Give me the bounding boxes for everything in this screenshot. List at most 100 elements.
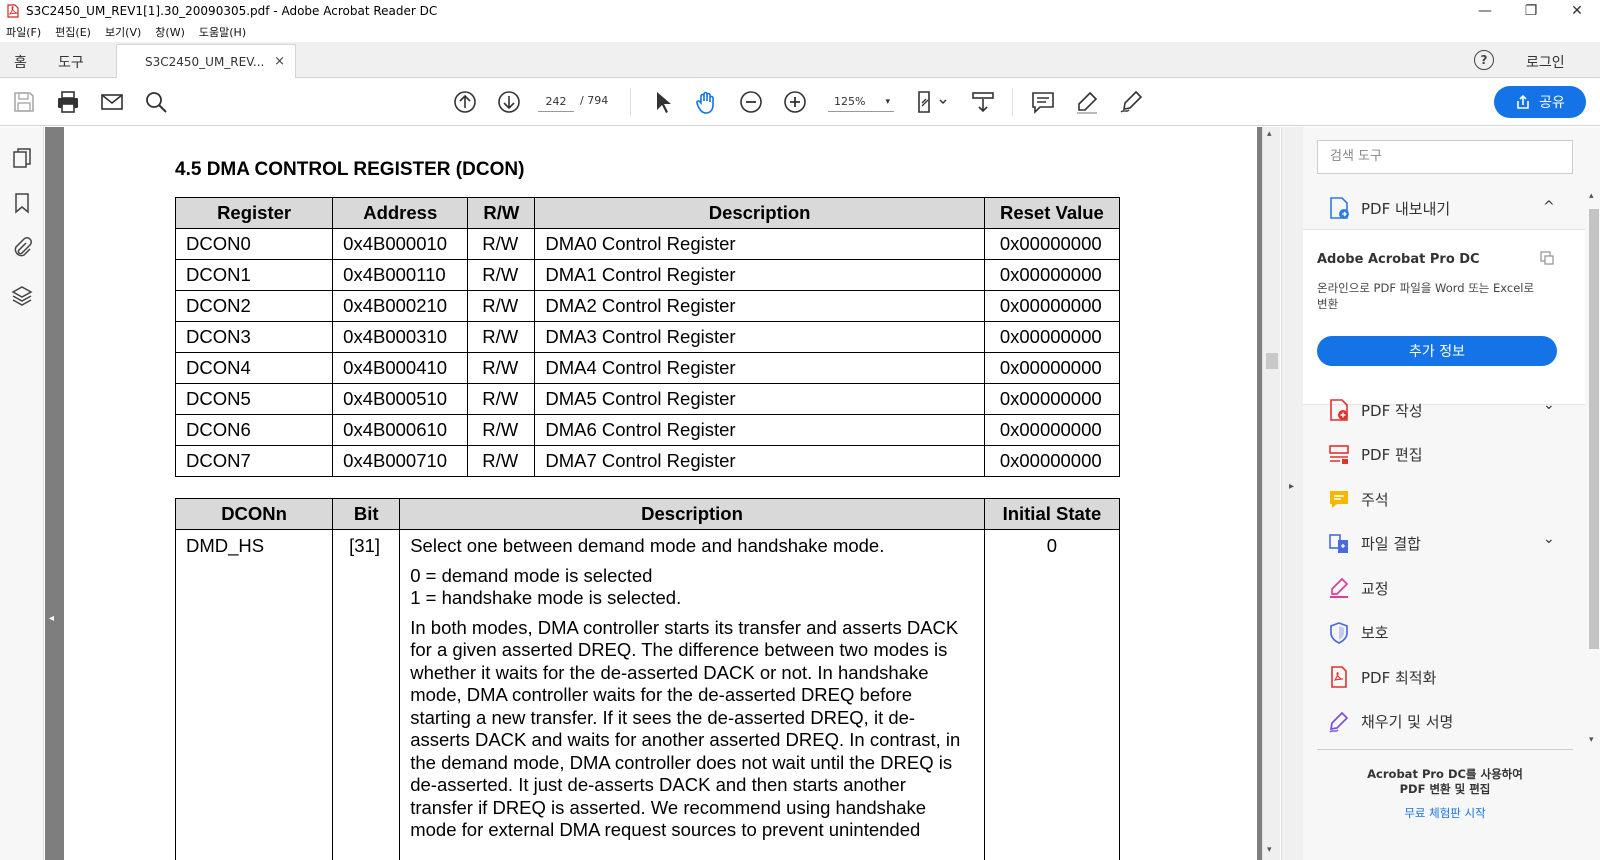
table-cell: DMA3 Control Register xyxy=(534,321,985,353)
scrollbar-thumb[interactable] xyxy=(1266,353,1278,369)
description-line: Select one between demand mode and hands… xyxy=(410,535,885,556)
export-description: 온라인으로 PDF 파일을 Word 또는 Excel로 변환 xyxy=(1317,281,1535,311)
prev-page-icon[interactable] xyxy=(452,89,478,115)
tool-search-input[interactable]: 검색 도구 xyxy=(1317,140,1573,174)
tab-close-icon[interactable]: × xyxy=(274,54,285,69)
tool-label: 파일 결합 xyxy=(1361,535,1421,553)
panel-divider xyxy=(1317,749,1573,750)
zoom-in-icon[interactable] xyxy=(782,89,808,115)
next-page-icon[interactable] xyxy=(496,89,522,115)
layers-icon[interactable] xyxy=(11,284,33,306)
tool-combine-files[interactable]: 파일 결합 xyxy=(1327,529,1421,559)
share-button[interactable]: 공유 xyxy=(1494,86,1586,118)
tool-optimize-pdf[interactable]: PDF 최적화 xyxy=(1327,662,1436,692)
register-table: Register Address R/W Description Reset V… xyxy=(174,197,1121,477)
table-cell: 0x4B000410 xyxy=(332,352,469,384)
menu-edit[interactable]: 편집(E) xyxy=(55,24,91,40)
table-row: DCON0 0x4B000010 R/W DMA0 Control Register 0… xyxy=(174,228,1121,260)
tool-label: 보호 xyxy=(1361,624,1389,642)
scroll-up-icon[interactable]: ▴ xyxy=(1267,129,1272,139)
table-row: DCON6 0x4B000610 R/W DMA6 Control Register 0… xyxy=(174,414,1121,446)
table-cell: 0x00000000 xyxy=(983,352,1121,384)
table-cell: DCON5 xyxy=(174,383,334,415)
tool-label: PDF 작성 xyxy=(1361,401,1423,420)
scroll-down-icon[interactable]: ▾ xyxy=(1267,845,1272,855)
close-window-button[interactable]: ✕ xyxy=(1554,0,1600,22)
copy-icon[interactable] xyxy=(1539,250,1555,266)
tool-comment-tool[interactable]: 주석 xyxy=(1327,484,1389,514)
tools-panel-scrollbar[interactable]: ▴ ▾ xyxy=(1587,189,1600,749)
export-pdf-label: PDF 내보내기 xyxy=(1361,199,1451,218)
page-thumbnails-icon[interactable] xyxy=(11,147,33,169)
hand-icon[interactable] xyxy=(694,89,720,115)
help-icon[interactable]: ? xyxy=(1474,50,1494,70)
table-cell: R/W xyxy=(467,321,536,353)
tool-fill-sign[interactable]: 채우기 및 서명 xyxy=(1327,707,1453,737)
print-icon[interactable] xyxy=(55,89,81,115)
select-cursor-icon[interactable] xyxy=(650,89,676,115)
bookmark-icon[interactable] xyxy=(11,192,33,214)
chevron-down-icon[interactable]: ⌄ xyxy=(1543,397,1555,413)
table-cell: DCON0 xyxy=(174,228,334,260)
table-row: DCON2 0x4B000210 R/W DMA2 Control Register 0… xyxy=(174,290,1121,322)
highlight-icon[interactable] xyxy=(1074,89,1100,115)
table-cell: 0x4B000310 xyxy=(332,321,469,353)
document-scrollbar[interactable]: ▴ ▾ xyxy=(1262,127,1280,860)
document-viewport[interactable]: ◂ 4.5 DMA CONTROL REGISTER (DCON) Regist… xyxy=(45,127,1280,860)
chevron-down-icon[interactable]: ⌄ xyxy=(1543,531,1555,547)
promo-line: PDF 변환 및 편집 xyxy=(1399,782,1491,796)
search-icon[interactable] xyxy=(143,89,169,115)
scrollbar-thumb[interactable] xyxy=(1589,209,1599,649)
tool-label: 채우기 및 서명 xyxy=(1361,713,1454,731)
chevron-up-icon[interactable]: ^ xyxy=(1543,199,1555,215)
description-paragraph: In both modes, DMA controller starts its… xyxy=(410,616,961,841)
scroll-down-icon[interactable]: ▾ xyxy=(1589,735,1594,745)
tab-home[interactable]: 홈 xyxy=(14,52,27,72)
tool-protect[interactable]: 보호 xyxy=(1327,618,1389,648)
export-pdf-tool[interactable]: PDF 내보내기 xyxy=(1327,193,1450,223)
attachment-icon[interactable] xyxy=(11,237,33,259)
table-cell: DCON7 xyxy=(174,445,334,477)
menu-file[interactable]: 파일(F) xyxy=(6,24,41,40)
login-link[interactable]: 로그인 xyxy=(1526,52,1565,72)
email-icon[interactable] xyxy=(99,89,125,115)
menu-help[interactable]: 도움말(H) xyxy=(199,24,246,40)
page-total: / 794 xyxy=(580,94,609,107)
title-bar: S3C2450_UM_REV1[1].30_20090305.pdf - Ado… xyxy=(0,0,1600,22)
zoom-select[interactable]: 125% ▾ xyxy=(828,92,894,112)
comment-icon[interactable] xyxy=(1030,89,1056,115)
right-panel-toggle[interactable]: ▸ xyxy=(1281,127,1303,860)
table-cell: 0x00000000 xyxy=(983,383,1121,415)
scroll-mode-icon[interactable] xyxy=(970,89,996,115)
more-info-button[interactable]: 추가 정보 xyxy=(1317,336,1557,366)
collapse-right-icon[interactable]: ▸ xyxy=(1289,481,1294,492)
table-cell: DMA0 Control Register xyxy=(534,228,985,260)
table-cell: DCON3 xyxy=(174,321,334,353)
page-number-input[interactable]: 242 xyxy=(538,92,574,112)
table-cell: R/W xyxy=(467,228,536,260)
menu-view[interactable]: 보기(V) xyxy=(105,24,141,40)
tool-create-pdf[interactable]: PDF 작성 xyxy=(1327,395,1423,425)
maximize-button[interactable]: ❐ xyxy=(1508,0,1554,22)
minimize-button[interactable]: — xyxy=(1462,0,1508,22)
menu-window[interactable]: 창(W) xyxy=(155,24,185,40)
tool-redact[interactable]: 교정 xyxy=(1327,573,1389,603)
fit-page-icon[interactable] xyxy=(914,89,950,115)
free-trial-link[interactable]: 무료 체험판 시작 xyxy=(1303,805,1587,821)
collapse-left-icon[interactable]: ◂ xyxy=(49,613,54,624)
tab-tools[interactable]: 도구 xyxy=(58,52,84,72)
table-cell: 0x00000000 xyxy=(983,290,1121,322)
save-icon[interactable] xyxy=(11,89,37,115)
scroll-up-icon[interactable]: ▴ xyxy=(1589,191,1594,201)
sign-icon[interactable] xyxy=(1118,89,1144,115)
table-row: DCON5 0x4B000510 R/W DMA5 Control Register 0… xyxy=(174,383,1121,415)
tab-document[interactable]: S3C2450_UM_REV... × xyxy=(116,44,296,78)
tool-edit-pdf[interactable]: PDF 편집 xyxy=(1327,440,1423,470)
table-cell: R/W xyxy=(467,290,536,322)
table-cell: 0x00000000 xyxy=(983,259,1121,291)
table-cell: DMA6 Control Register xyxy=(534,414,985,446)
edit-pdf-icon xyxy=(1329,444,1349,464)
table-cell: 0x00000000 xyxy=(983,321,1121,353)
table-cell: R/W xyxy=(467,445,536,477)
zoom-out-icon[interactable] xyxy=(738,89,764,115)
